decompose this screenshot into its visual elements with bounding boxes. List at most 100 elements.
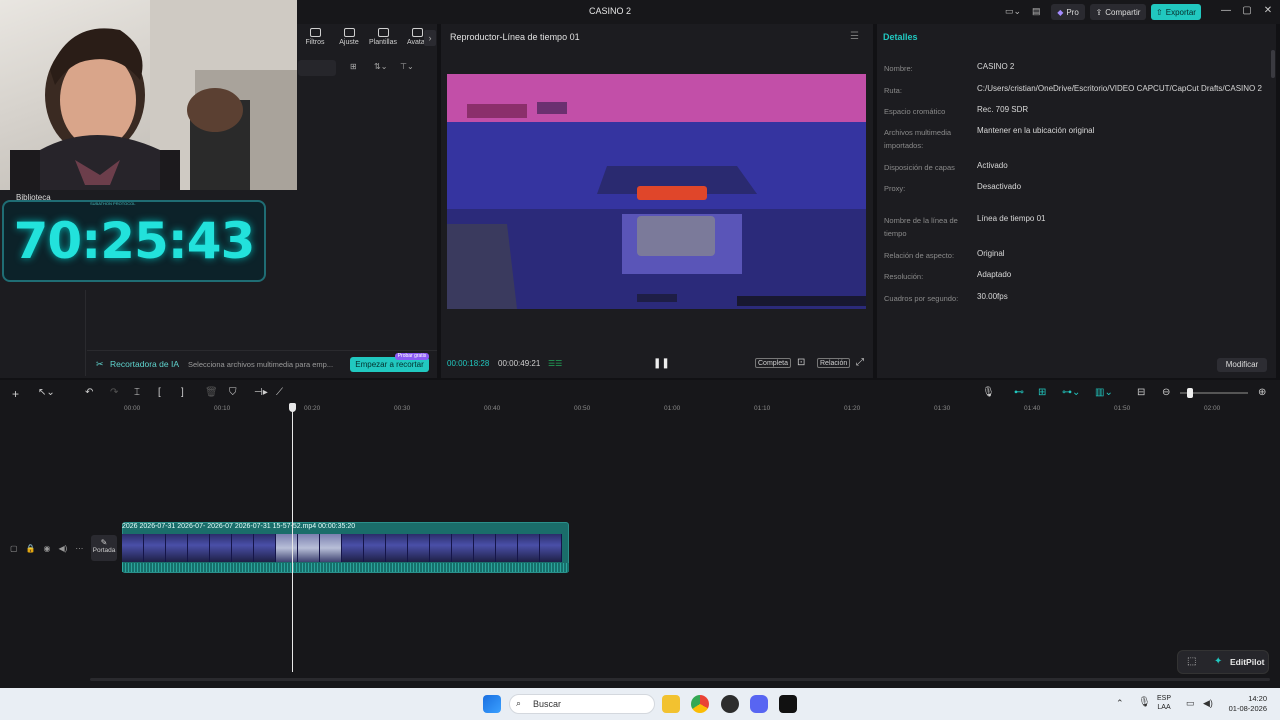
detail-value: Desactivado (977, 182, 1022, 191)
delete-icon[interactable]: 🗑 (205, 387, 218, 398)
menu-icon[interactable]: ☰ (850, 31, 859, 42)
editpilot-label: EditPilot (1230, 657, 1265, 667)
timeline-scrollbar[interactable] (90, 678, 1270, 681)
media-search-input[interactable] (298, 60, 336, 76)
file-explorer-icon[interactable] (662, 695, 680, 713)
trim-right-icon[interactable]: ] (181, 387, 184, 398)
pro-button[interactable]: ◆ Pro (1051, 4, 1085, 20)
modify-button[interactable]: Modificar (1217, 358, 1267, 372)
snapshot-icon[interactable]: ⊡ (797, 357, 805, 368)
track-toggle-icon[interactable]: ▢ (10, 544, 18, 553)
caption-icon[interactable]: ⊟ (1137, 387, 1145, 398)
audio-icon[interactable]: ◀) (59, 544, 68, 553)
maximize-icon[interactable]: ▢ (1240, 5, 1254, 19)
shield-icon[interactable]: ⛉ (229, 387, 237, 398)
full-quality-button[interactable]: Completa (755, 358, 791, 368)
zoom-in-icon[interactable]: ⊕ (1258, 387, 1266, 398)
cover-label: Portada (92, 547, 116, 554)
tab-filters[interactable]: Filtros (298, 26, 332, 52)
taskbar-search-input[interactable] (509, 694, 655, 714)
detail-key: Archivos multimedia importados: (884, 128, 952, 150)
close-icon[interactable]: ✕ (1261, 5, 1275, 19)
track-controls: ▢ 🔒 ◉ ◀) ⋯ (10, 544, 83, 553)
layout-icon[interactable]: ▭⌄ (1005, 6, 1021, 17)
video-preview[interactable] (447, 74, 866, 309)
tab-templates[interactable]: Plantillas (366, 26, 400, 52)
diamond-icon: ◆ (1057, 7, 1064, 17)
detail-key: Nombre de la línea de tiempo (884, 216, 958, 238)
lock-icon[interactable]: 🔒 (26, 544, 36, 553)
sort-icon[interactable]: ⇅⌄ (374, 62, 387, 74)
undo-icon[interactable]: ↶ (85, 387, 93, 398)
language-indicator[interactable]: ESP LAA (1157, 694, 1171, 712)
ruler-tick: 02:00 (1204, 405, 1221, 412)
share-button[interactable]: ⇪ Compartir (1090, 4, 1146, 20)
minimize-icon[interactable]: — (1219, 5, 1233, 19)
templates-icon (377, 28, 389, 37)
playhead[interactable] (292, 404, 293, 672)
tab-adjust[interactable]: Ajuste (332, 26, 366, 52)
microphone-tray-icon[interactable]: 🎙 (1138, 697, 1151, 708)
detail-value: Activado (977, 161, 1008, 170)
share-icon: ⇪ (1095, 7, 1103, 17)
eye-icon[interactable]: ◉ (44, 544, 51, 553)
detail-key: Relación de aspecto: (884, 251, 955, 260)
zoom-slider-handle[interactable] (1187, 388, 1193, 398)
windows-start-icon[interactable] (483, 695, 501, 713)
details-scrollbar[interactable] (1271, 50, 1275, 78)
ruler-tick: 00:00 (124, 405, 141, 412)
discord-icon[interactable] (750, 695, 768, 713)
link-icon[interactable]: ⊷ (1014, 387, 1024, 398)
chrome-icon[interactable] (691, 695, 709, 713)
filter-icon[interactable]: ⊤⌄ (400, 62, 414, 74)
detail-value: C:/Users/cristian/OneDrive/Escritorio/VI… (977, 84, 1262, 93)
tab-label: Plantillas (368, 39, 397, 46)
audio-meter-icon[interactable]: ☰☰ (548, 359, 562, 368)
ruler-tick: 01:10 (754, 405, 771, 412)
shortcut-icon[interactable]: ▤ (1032, 6, 1041, 17)
snap-icon[interactable]: ⊶⌄ (1062, 387, 1080, 398)
cursor-box-icon[interactable]: ⬚ (1187, 656, 1196, 667)
freeze-icon[interactable]: ⊣▸ (254, 387, 268, 398)
grid-view-icon[interactable]: ⊞ (350, 62, 357, 74)
timer-caption: SUBATHON PROTOCOL (90, 201, 136, 206)
pause-icon[interactable]: ❚❚ (653, 358, 670, 369)
edit-icon: ✎ (100, 538, 108, 547)
cover-button[interactable]: ✎ Portada (91, 535, 117, 561)
ruler-tick: 00:20 (304, 405, 321, 412)
playhead-handle[interactable] (289, 403, 296, 412)
aspect-ratio-button[interactable]: Relación (817, 358, 851, 368)
more-icon[interactable]: ⋯ (75, 544, 83, 553)
select-tool-icon[interactable]: ↖⌄ (38, 387, 55, 398)
timeline-ruler[interactable] (88, 403, 1280, 415)
detail-key: Espacio cromático (884, 107, 946, 116)
ruler-tick: 01:20 (844, 405, 861, 412)
detail-key: Disposición de capas (884, 163, 955, 172)
ruler-tick: 00:30 (394, 405, 411, 412)
ai-recorder-label: Recortadora de IA (110, 359, 179, 369)
chevron-up-icon[interactable]: ⌃ (1116, 698, 1124, 709)
clip-thumbnails (122, 534, 569, 562)
chevron-right-icon[interactable]: › (424, 30, 436, 46)
magic-icon[interactable]: ⟋ (276, 387, 283, 398)
ruler-tick: 00:10 (214, 405, 231, 412)
clock[interactable]: 14:20 01-08-2026 (1225, 694, 1267, 714)
capcut-icon[interactable] (779, 695, 797, 713)
split-icon[interactable]: ⌶ (134, 387, 140, 398)
zoom-out-icon[interactable]: ⊖ (1162, 387, 1170, 398)
detail-value: 30.00fps (977, 292, 1008, 301)
export-button[interactable]: ⇧ Exportar (1151, 4, 1201, 20)
redo-icon[interactable]: ↷ (110, 387, 118, 398)
obs-icon[interactable] (721, 695, 739, 713)
volume-icon[interactable]: ◀) (1203, 698, 1213, 709)
player-title: Reproductor-Línea de tiempo 01 (450, 32, 580, 42)
media-sidebar (6, 290, 86, 376)
webcam-scene (10, 0, 297, 190)
magnet-icon[interactable]: ⊞ (1038, 387, 1046, 398)
fullscreen-icon[interactable]: ⤢ (856, 357, 864, 368)
preview-axis-icon[interactable]: ▥⌄ (1095, 387, 1113, 398)
microphone-icon[interactable]: 🎙 (982, 387, 995, 398)
trim-left-icon[interactable]: [ (158, 387, 161, 398)
add-icon[interactable]: + (12, 387, 19, 401)
monitor-icon[interactable]: ▭ (1186, 698, 1195, 709)
